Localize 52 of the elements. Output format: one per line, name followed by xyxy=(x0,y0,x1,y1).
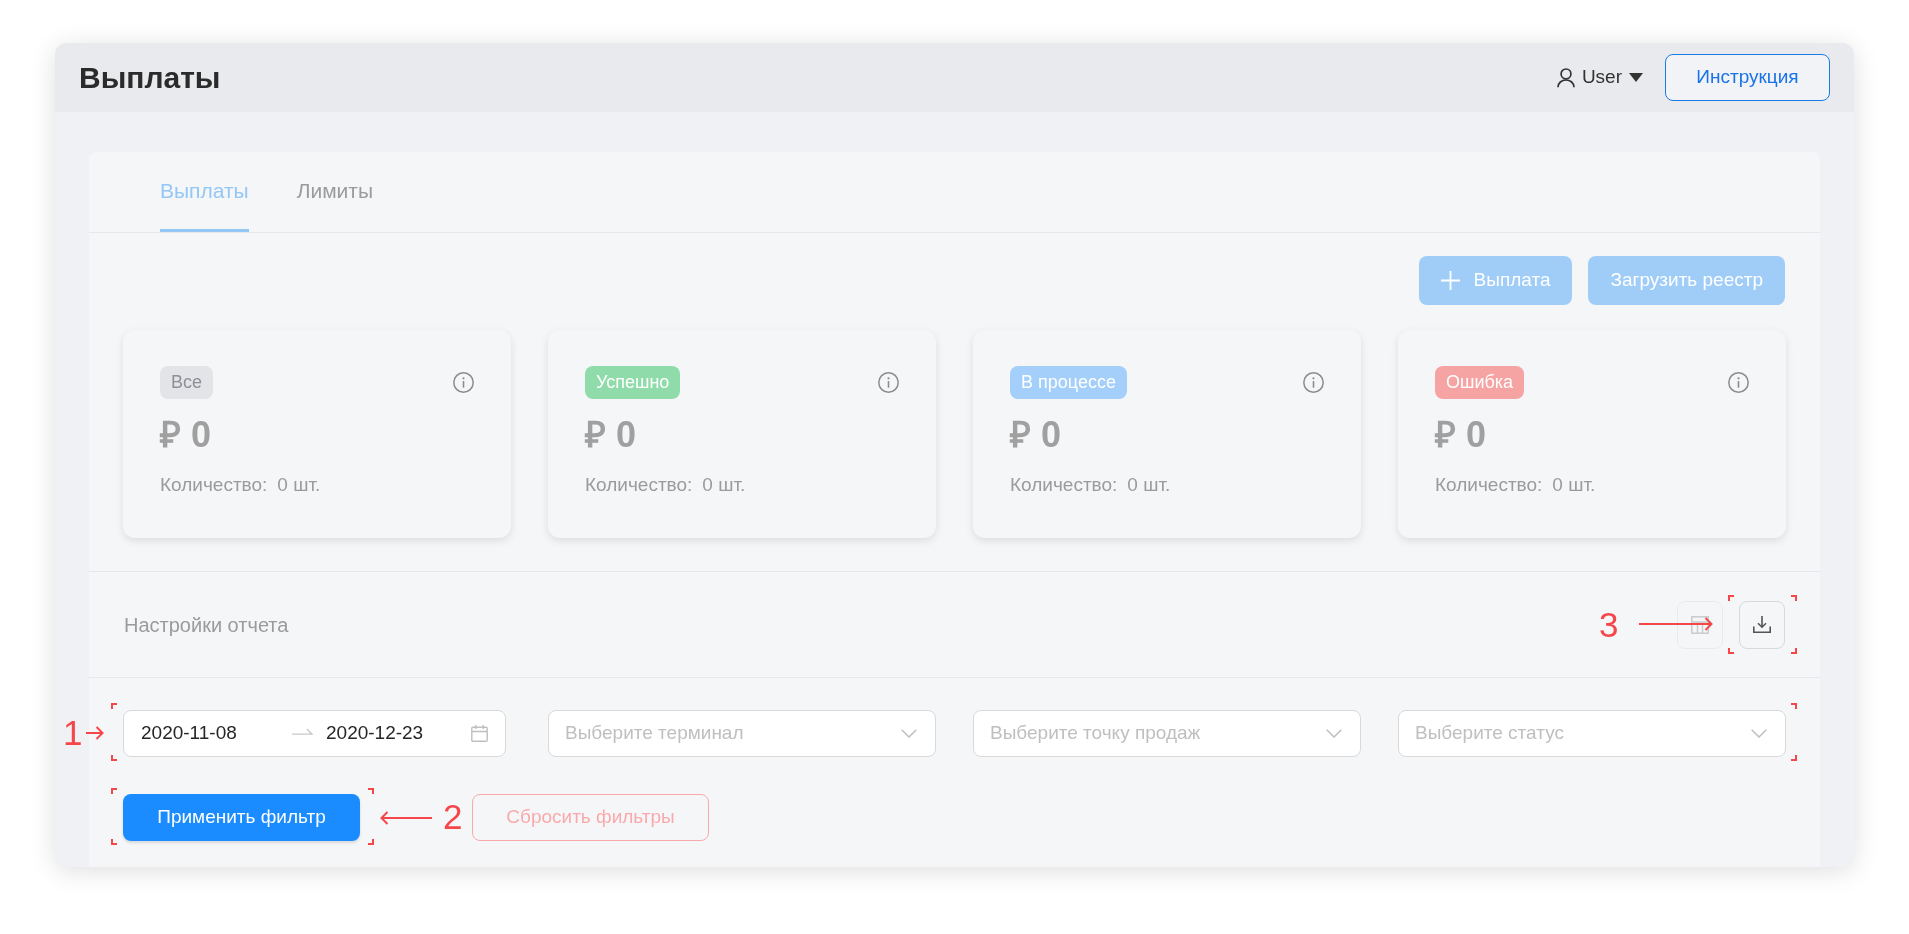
status-tag: В процессе xyxy=(1010,366,1127,399)
table-icon xyxy=(1691,615,1709,634)
count-label: Количество: xyxy=(160,473,268,497)
callout-number: 3 xyxy=(1599,606,1619,642)
info-icon xyxy=(1728,372,1749,393)
tab[interactable]: Выплаты xyxy=(160,152,249,232)
info-icon xyxy=(878,372,899,393)
chevron-down-icon xyxy=(901,729,917,738)
section-title: Настройки отчета xyxy=(124,612,289,638)
count-value: 0 шт. xyxy=(1127,473,1171,497)
corner-brackets-drawing xyxy=(1728,594,1797,654)
apply-filter-button[interactable]: Применить фильтр xyxy=(123,794,360,841)
amount-value: ₽ 0 xyxy=(160,413,213,457)
tab[interactable]: Лимиты xyxy=(296,152,374,232)
count-label: Количество: xyxy=(1010,473,1118,497)
count-value: 0 шт. xyxy=(1552,473,1596,497)
start-date[interactable]: 2020-11-08 xyxy=(141,719,292,748)
chevron-down-icon xyxy=(1326,729,1342,738)
download-button[interactable] xyxy=(1739,600,1785,649)
status-tag: Все xyxy=(160,366,214,399)
select-placeholder: Выберите точку продаж xyxy=(990,721,1201,746)
status-tag: Успешно xyxy=(585,366,681,399)
calendar-icon xyxy=(471,725,488,742)
select-placeholder: Выберите статус xyxy=(1415,721,1564,746)
count-value: 0 шт. xyxy=(702,473,746,497)
count-label: Количество: xyxy=(1435,473,1543,497)
select-field[interactable]: Выберите точку продаж xyxy=(973,710,1361,757)
callout-number: 1 xyxy=(63,715,83,750)
amount-value: ₽ 0 xyxy=(1010,413,1063,457)
amount-value: ₽ 0 xyxy=(585,413,638,457)
user-menu[interactable]: User xyxy=(1556,63,1643,92)
end-date[interactable]: 2020-12-23 xyxy=(326,719,424,748)
date-range-field[interactable]: 2020-11-08 2020-12-23 xyxy=(123,710,506,757)
callout-arrow xyxy=(86,726,104,740)
count-label: Количество: xyxy=(585,473,693,497)
select-field[interactable]: Выберите статус xyxy=(1398,710,1786,757)
callout-arrow xyxy=(380,811,432,825)
caret-icon xyxy=(1629,73,1643,82)
amount-value: ₽ 0 xyxy=(1435,413,1488,457)
info-icon xyxy=(1303,372,1324,393)
select-field[interactable]: Выберите терминал xyxy=(548,710,936,757)
help-button[interactable]: Инструкция xyxy=(1665,54,1830,101)
chevron-down-icon xyxy=(1751,729,1767,738)
status-tag: Ошибка xyxy=(1435,366,1525,399)
select-placeholder: Выберите терминал xyxy=(565,721,744,746)
plus-icon xyxy=(1440,271,1460,290)
user-icon xyxy=(1556,67,1575,88)
info-icon xyxy=(453,372,474,393)
download-icon xyxy=(1753,616,1771,633)
page-title: Выплаты xyxy=(79,60,221,96)
callout-number: 2 xyxy=(443,799,463,834)
count-value: 0 шт. xyxy=(277,473,321,497)
